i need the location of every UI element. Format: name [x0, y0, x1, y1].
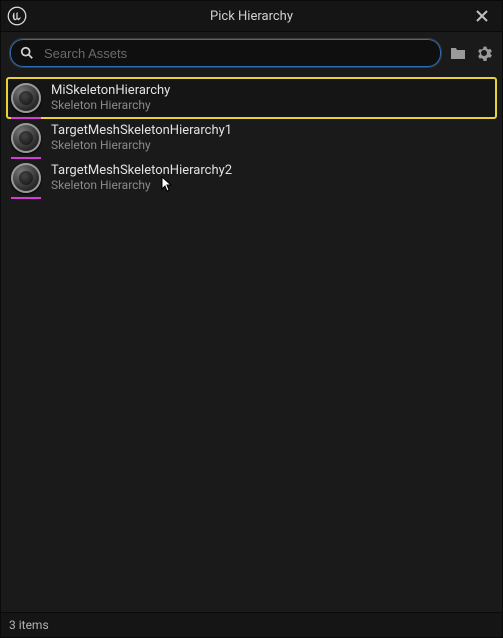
close-button[interactable] — [468, 4, 496, 28]
asset-item[interactable]: TargetMeshSkeletonHierarchy2Skeleton Hie… — [7, 158, 496, 198]
folder-icon — [450, 45, 466, 61]
asset-item[interactable]: MiSkeletonHierarchySkeleton Hierarchy — [7, 78, 496, 118]
title-bar: Pick Hierarchy — [1, 1, 502, 32]
unreal-logo-icon — [7, 6, 27, 26]
asset-name: MiSkeletonHierarchy — [51, 83, 170, 98]
asset-name: TargetMeshSkeletonHierarchy2 — [51, 163, 232, 178]
item-count: 3 items — [9, 618, 49, 632]
window-title: Pick Hierarchy — [35, 9, 468, 24]
asset-name: TargetMeshSkeletonHierarchy1 — [51, 123, 232, 138]
asset-accent-bar — [11, 197, 41, 199]
asset-list[interactable]: MiSkeletonHierarchySkeleton HierarchyTar… — [1, 74, 502, 612]
asset-text: TargetMeshSkeletonHierarchy2Skeleton Hie… — [51, 163, 232, 193]
asset-text: TargetMeshSkeletonHierarchy1Skeleton Hie… — [51, 123, 232, 153]
search-icon — [20, 46, 34, 60]
close-icon — [476, 10, 488, 22]
status-bar: 3 items — [1, 612, 502, 637]
skeleton-hierarchy-icon — [11, 123, 41, 153]
gear-icon — [476, 45, 492, 61]
search-box[interactable] — [9, 38, 442, 68]
search-input[interactable] — [42, 45, 431, 62]
pick-hierarchy-window: Pick Hierarchy MiSkeletonHierarchySkelet… — [0, 0, 503, 638]
asset-text: MiSkeletonHierarchySkeleton Hierarchy — [51, 83, 170, 113]
search-row — [1, 32, 502, 74]
skeleton-hierarchy-icon — [11, 83, 41, 113]
save-folder-button[interactable] — [448, 43, 468, 63]
asset-type: Skeleton Hierarchy — [51, 178, 232, 193]
skeleton-hierarchy-icon — [11, 163, 41, 193]
asset-type: Skeleton Hierarchy — [51, 138, 232, 153]
asset-item[interactable]: TargetMeshSkeletonHierarchy1Skeleton Hie… — [7, 118, 496, 158]
settings-button[interactable] — [474, 43, 494, 63]
asset-type: Skeleton Hierarchy — [51, 98, 170, 113]
